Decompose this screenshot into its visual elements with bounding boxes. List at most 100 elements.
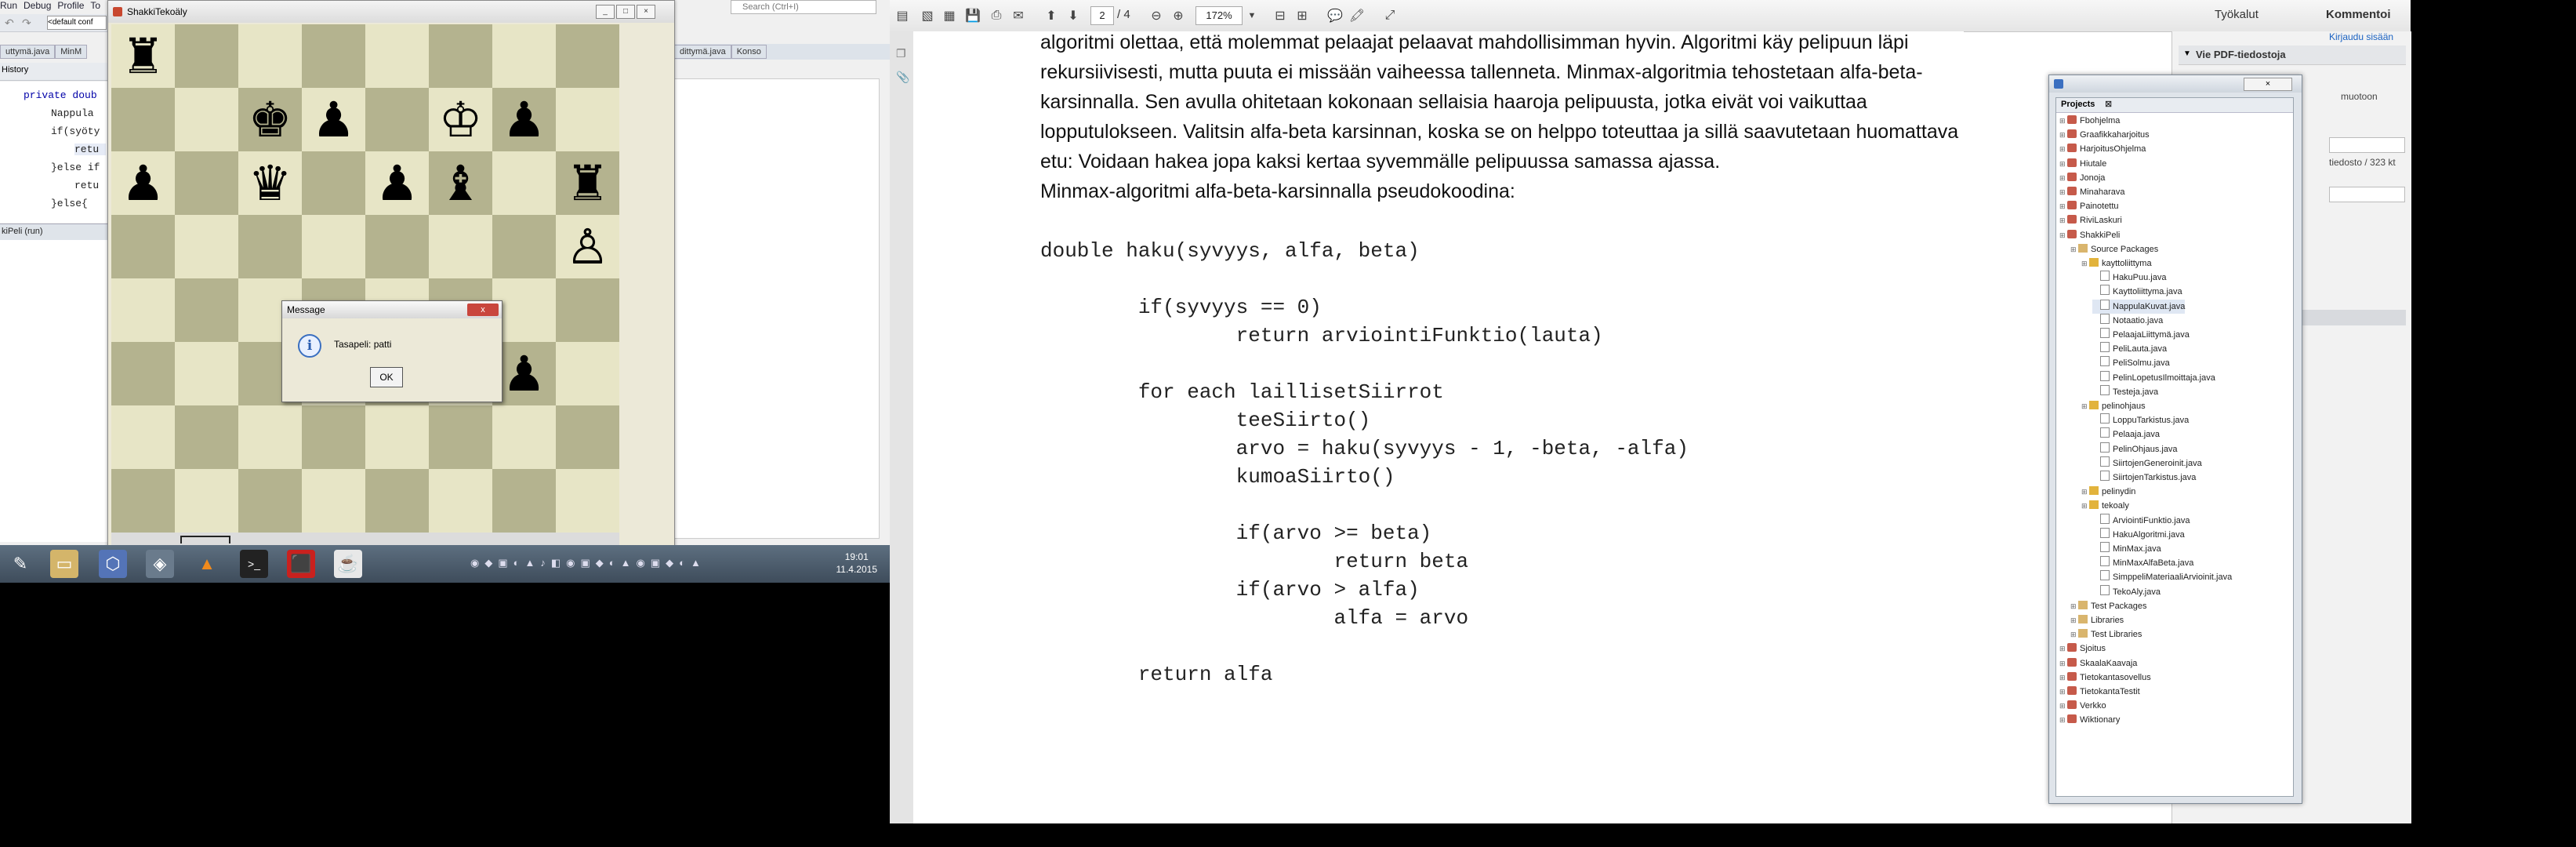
board-square[interactable]	[556, 405, 619, 469]
board-square[interactable]	[175, 215, 238, 278]
zoom-out-icon[interactable]: ⊖	[1147, 6, 1166, 25]
tree-file[interactable]: HakuAlgoritmi.java	[2092, 527, 2185, 542]
board-square[interactable]	[429, 469, 492, 533]
pdf-icon[interactable]: ⬛	[287, 550, 315, 578]
tree-file[interactable]: SimppeliMateriaaliArvioinit.java	[2092, 570, 2232, 584]
chevron-down-icon[interactable]: ▼	[1243, 6, 1261, 25]
board-square[interactable]	[556, 278, 619, 342]
tree-file[interactable]: MinMaxAlfaBeta.java	[2092, 556, 2193, 570]
board-square[interactable]	[429, 24, 492, 88]
board-square[interactable]	[429, 215, 492, 278]
expand-icon[interactable]: ⊞	[2059, 142, 2067, 156]
email-icon[interactable]: ✉	[1009, 6, 1028, 25]
dialog-close-button[interactable]: x	[467, 304, 499, 316]
page-input[interactable]: 2	[1090, 6, 1114, 25]
tree-file[interactable]: SiirtojenGeneroinit.java	[2092, 456, 2202, 471]
close-button[interactable]: ×	[637, 5, 655, 19]
new-doc-icon[interactable]: ▤	[893, 6, 912, 25]
undo-icon[interactable]: ↶	[5, 16, 14, 30]
expand-icon[interactable]: ⊞	[2070, 613, 2078, 627]
tree-file[interactable]: SiirtojenTarkistus.java	[2092, 471, 2196, 485]
board-square[interactable]	[429, 405, 492, 469]
tree-file[interactable]: Pelaaja.java	[2092, 427, 2160, 442]
expand-icon[interactable]: ⊞	[2081, 485, 2089, 499]
clock[interactable]: 19:01 11.4.2015	[836, 551, 878, 576]
code-editor[interactable]: private doub Nappula if(syöty retu }else…	[0, 82, 107, 223]
board-square[interactable]	[492, 24, 556, 88]
expand-icon[interactable]: ⊞	[2059, 685, 2067, 699]
prev-page-icon[interactable]: ⬆	[1042, 6, 1061, 25]
black-pawn-icon[interactable]: ♟	[122, 158, 165, 208]
chess-board[interactable]: ♜ ♚ ♟ ♔ ♟ ♟ ♛ ♟ ♝ ♜ ♙ ♟	[111, 24, 619, 533]
board-square[interactable]	[175, 342, 238, 405]
board-square[interactable]: ♝	[429, 151, 492, 215]
eclipse-icon[interactable]: ✎	[6, 550, 34, 578]
board-square[interactable]	[365, 24, 429, 88]
board-square[interactable]	[492, 405, 556, 469]
board-square[interactable]	[556, 342, 619, 405]
board-square[interactable]	[175, 88, 238, 151]
tree-node[interactable]: ⊞ Fbohjelma	[2059, 114, 2120, 128]
tree-file[interactable]: Kayttoliittyma.java	[2092, 285, 2182, 299]
expand-icon[interactable]: ⊞	[2070, 599, 2078, 613]
board-square[interactable]	[175, 278, 238, 342]
tree-node[interactable]: ⊞ Verkko	[2059, 699, 2106, 713]
tree-node[interactable]: ⊞ RiviLaskuri	[2059, 213, 2122, 227]
expand-icon[interactable]: ⊞	[2059, 699, 2067, 713]
tree-node[interactable]: ⊞ SkaalaKaavaja	[2059, 656, 2137, 671]
maximize-button[interactable]: □	[616, 5, 635, 19]
board-square[interactable]: ♜	[556, 151, 619, 215]
expand-icon[interactable]: ⊞	[2059, 185, 2067, 199]
expand-icon[interactable]: ⊞	[2059, 213, 2067, 227]
app-icon[interactable]: ◈	[146, 550, 174, 578]
board-square[interactable]	[238, 405, 302, 469]
save-icon[interactable]: 💾	[963, 6, 982, 25]
board-square[interactable]	[556, 469, 619, 533]
expand-icon[interactable]: ⊞	[2059, 157, 2067, 171]
signin-link[interactable]: Kirjaudu sisään	[2329, 31, 2393, 42]
tree-node[interactable]: ⊞ TietokantaTestit	[2059, 685, 2140, 699]
zoom-select[interactable]: 172%	[1195, 6, 1243, 25]
board-square[interactable]	[238, 469, 302, 533]
format-select[interactable]	[2329, 187, 2405, 202]
tree-node[interactable]: ⊞ tekoaly	[2081, 499, 2129, 513]
board-square[interactable]: ♚	[238, 88, 302, 151]
expand-icon[interactable]: ⊞	[2059, 642, 2067, 656]
expand-icon[interactable]: ⊞	[2059, 656, 2067, 671]
board-square[interactable]: ♔	[429, 88, 492, 151]
pages-icon[interactable]: ❐	[896, 47, 906, 60]
projects-tab[interactable]: Projects ⊠	[2056, 98, 2293, 113]
expand-icon[interactable]: ⊞	[2059, 128, 2067, 142]
board-square[interactable]	[111, 215, 175, 278]
board-square[interactable]	[365, 405, 429, 469]
history-tab[interactable]: History	[2, 65, 28, 75]
board-square[interactable]: ♜	[111, 24, 175, 88]
board-square[interactable]: ♛	[238, 151, 302, 215]
tree-node[interactable]: ⊞ Wiktionary	[2059, 713, 2120, 727]
expand-icon[interactable]: ⊞	[2081, 256, 2089, 271]
black-pawn-icon[interactable]: ♟	[503, 95, 546, 144]
board-square[interactable]	[302, 215, 365, 278]
tab-konsoli[interactable]: Konso	[731, 45, 767, 59]
comment-icon[interactable]: 💬	[1326, 6, 1344, 25]
tree-file[interactable]: HakuPuu.java	[2092, 271, 2167, 285]
config-select[interactable]: <default conf	[47, 16, 107, 30]
tree-file[interactable]: ArviointiFunktio.java	[2092, 513, 2190, 528]
tree-node[interactable]: ⊞ Test Packages	[2070, 599, 2147, 613]
expand-icon[interactable]: ⊞	[2059, 228, 2067, 242]
board-square[interactable]	[111, 405, 175, 469]
tree-node[interactable]: ⊞ kayttoliittyma	[2081, 256, 2152, 271]
black-pawn-icon[interactable]: ♟	[376, 158, 419, 208]
tree-node[interactable]: ⊞ Source Packages	[2070, 242, 2158, 256]
black-rook-icon[interactable]: ♜	[122, 31, 165, 81]
next-page-icon[interactable]: ⬇	[1064, 6, 1083, 25]
tree-file[interactable]: PeliSolmu.java	[2092, 356, 2170, 370]
board-square[interactable]	[302, 24, 365, 88]
expand-icon[interactable]: ⤢	[1381, 6, 1399, 25]
board-square[interactable]	[238, 24, 302, 88]
ok-button[interactable]: OK	[370, 367, 403, 387]
black-pawn-icon[interactable]: ♟	[503, 349, 546, 398]
expand-icon[interactable]: ⊞	[2059, 171, 2067, 185]
redo-icon[interactable]: ↷	[22, 16, 31, 30]
board-square[interactable]	[175, 24, 238, 88]
